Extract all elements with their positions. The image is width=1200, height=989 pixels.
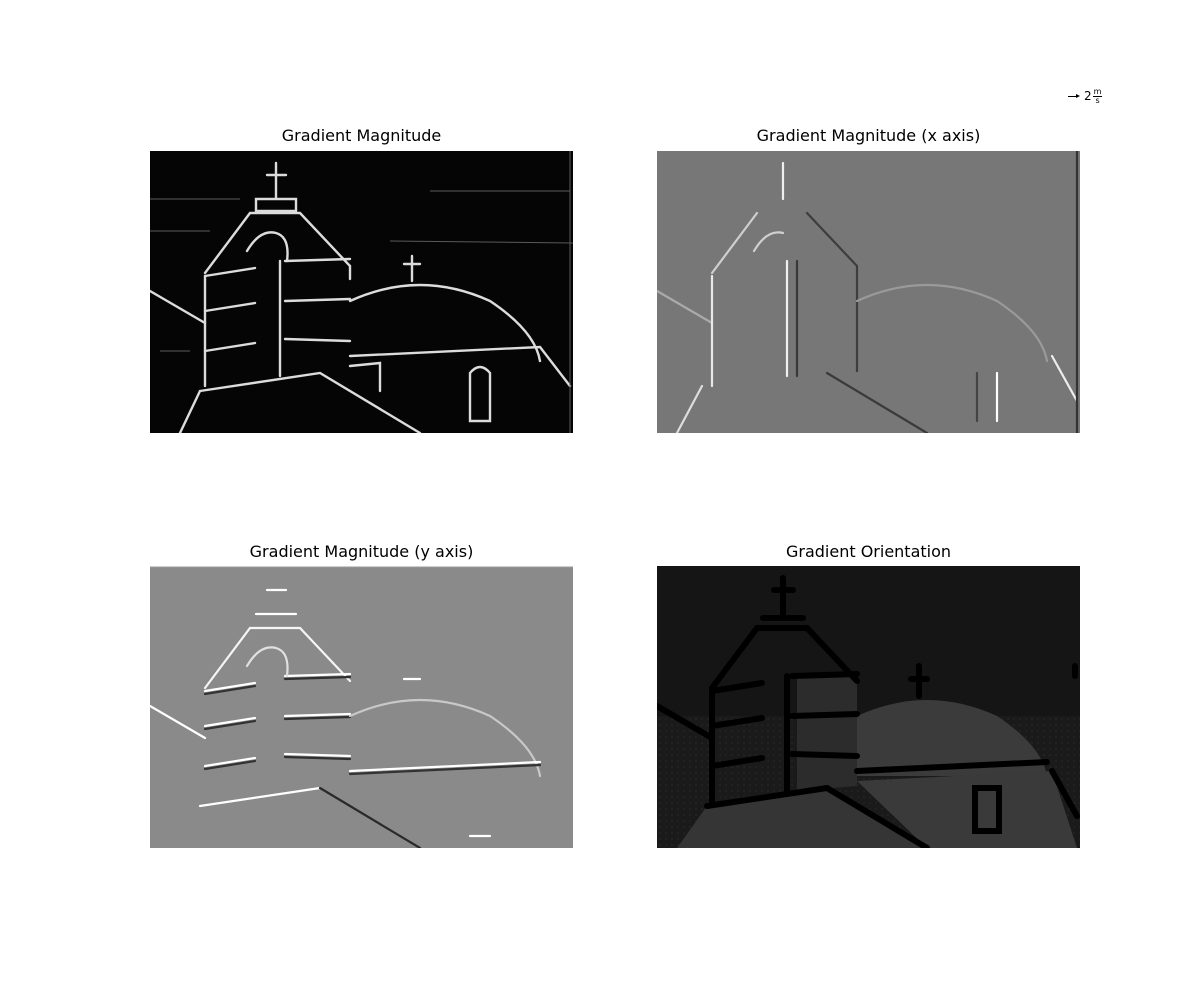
arrow-icon [1068, 94, 1080, 98]
y-axis-image [150, 566, 573, 848]
panel-title-x-axis: Gradient Magnitude (x axis) [756, 126, 981, 145]
panel-gradient-y [150, 566, 573, 848]
quiver-key-unit: ms [1092, 88, 1103, 105]
panel-gradient-x [657, 151, 1080, 433]
quiver-key: 2ms [1068, 88, 1103, 105]
panel-title-magnitude: Gradient Magnitude [281, 126, 442, 145]
panel-gradient-magnitude [150, 151, 573, 433]
quiver-key-coefficient: 2 [1084, 89, 1092, 103]
panel-title-y-axis: Gradient Magnitude (y axis) [249, 542, 474, 561]
orientation-image [657, 566, 1080, 848]
quiver-key-label: 2ms [1084, 88, 1103, 105]
x-axis-image [657, 151, 1080, 433]
panel-title-orientation: Gradient Orientation [785, 542, 952, 561]
magnitude-image [150, 151, 573, 433]
quiver-key-unit-den: s [1095, 96, 1100, 105]
panel-gradient-orientation [657, 566, 1080, 848]
